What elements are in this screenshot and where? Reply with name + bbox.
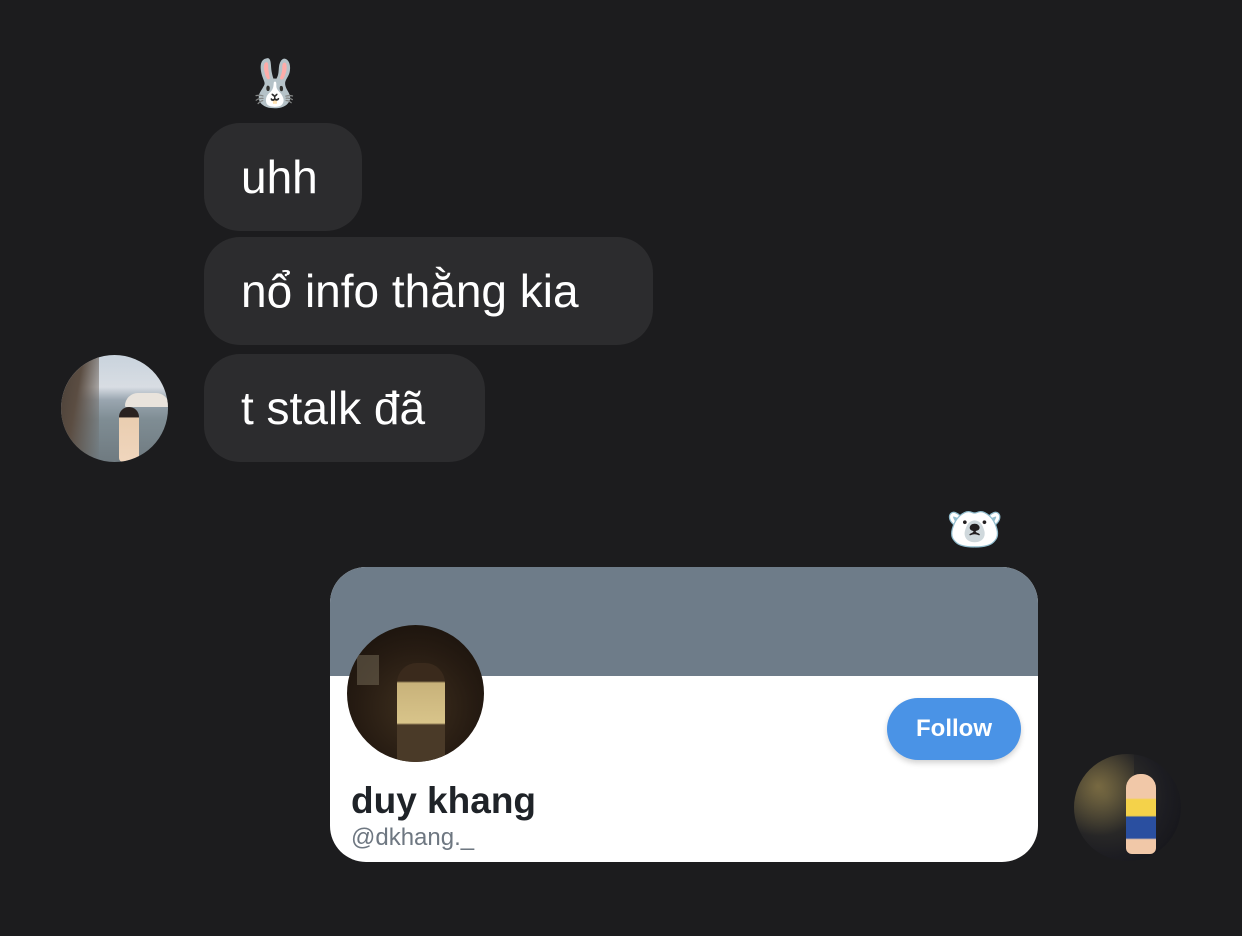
message-text: t stalk đã — [241, 382, 426, 434]
avatar-photo-person — [1126, 774, 1156, 854]
message-bubble[interactable]: nổ info thằng kia — [204, 237, 653, 345]
avatar-photo-background — [1074, 754, 1134, 861]
follow-button[interactable]: Follow — [887, 698, 1021, 760]
reaction-rabbit-icon[interactable]: 🐰 — [246, 60, 303, 106]
message-text: nổ info thằng kia — [241, 265, 579, 317]
profile-handle: @dkhang._ — [351, 824, 475, 851]
message-bubble[interactable]: t stalk đã — [204, 354, 485, 462]
profile-display-name: duy khang — [351, 780, 537, 821]
sender-avatar[interactable] — [61, 355, 168, 462]
avatar-photo-person — [397, 663, 445, 762]
reaction-polar-bear-icon[interactable]: 🐻‍❄️ — [946, 506, 1003, 552]
avatar-photo-background — [357, 655, 379, 685]
avatar-photo-parasol — [125, 393, 168, 407]
profile-avatar[interactable] — [347, 625, 484, 762]
profile-card[interactable]: Follow duy khang @dkhang._ — [330, 567, 1038, 862]
message-bubble[interactable]: uhh — [204, 123, 362, 231]
my-avatar[interactable] — [1074, 754, 1181, 861]
avatar-photo-tree — [61, 355, 99, 462]
avatar-photo-person — [119, 407, 139, 462]
message-text: uhh — [241, 151, 318, 203]
